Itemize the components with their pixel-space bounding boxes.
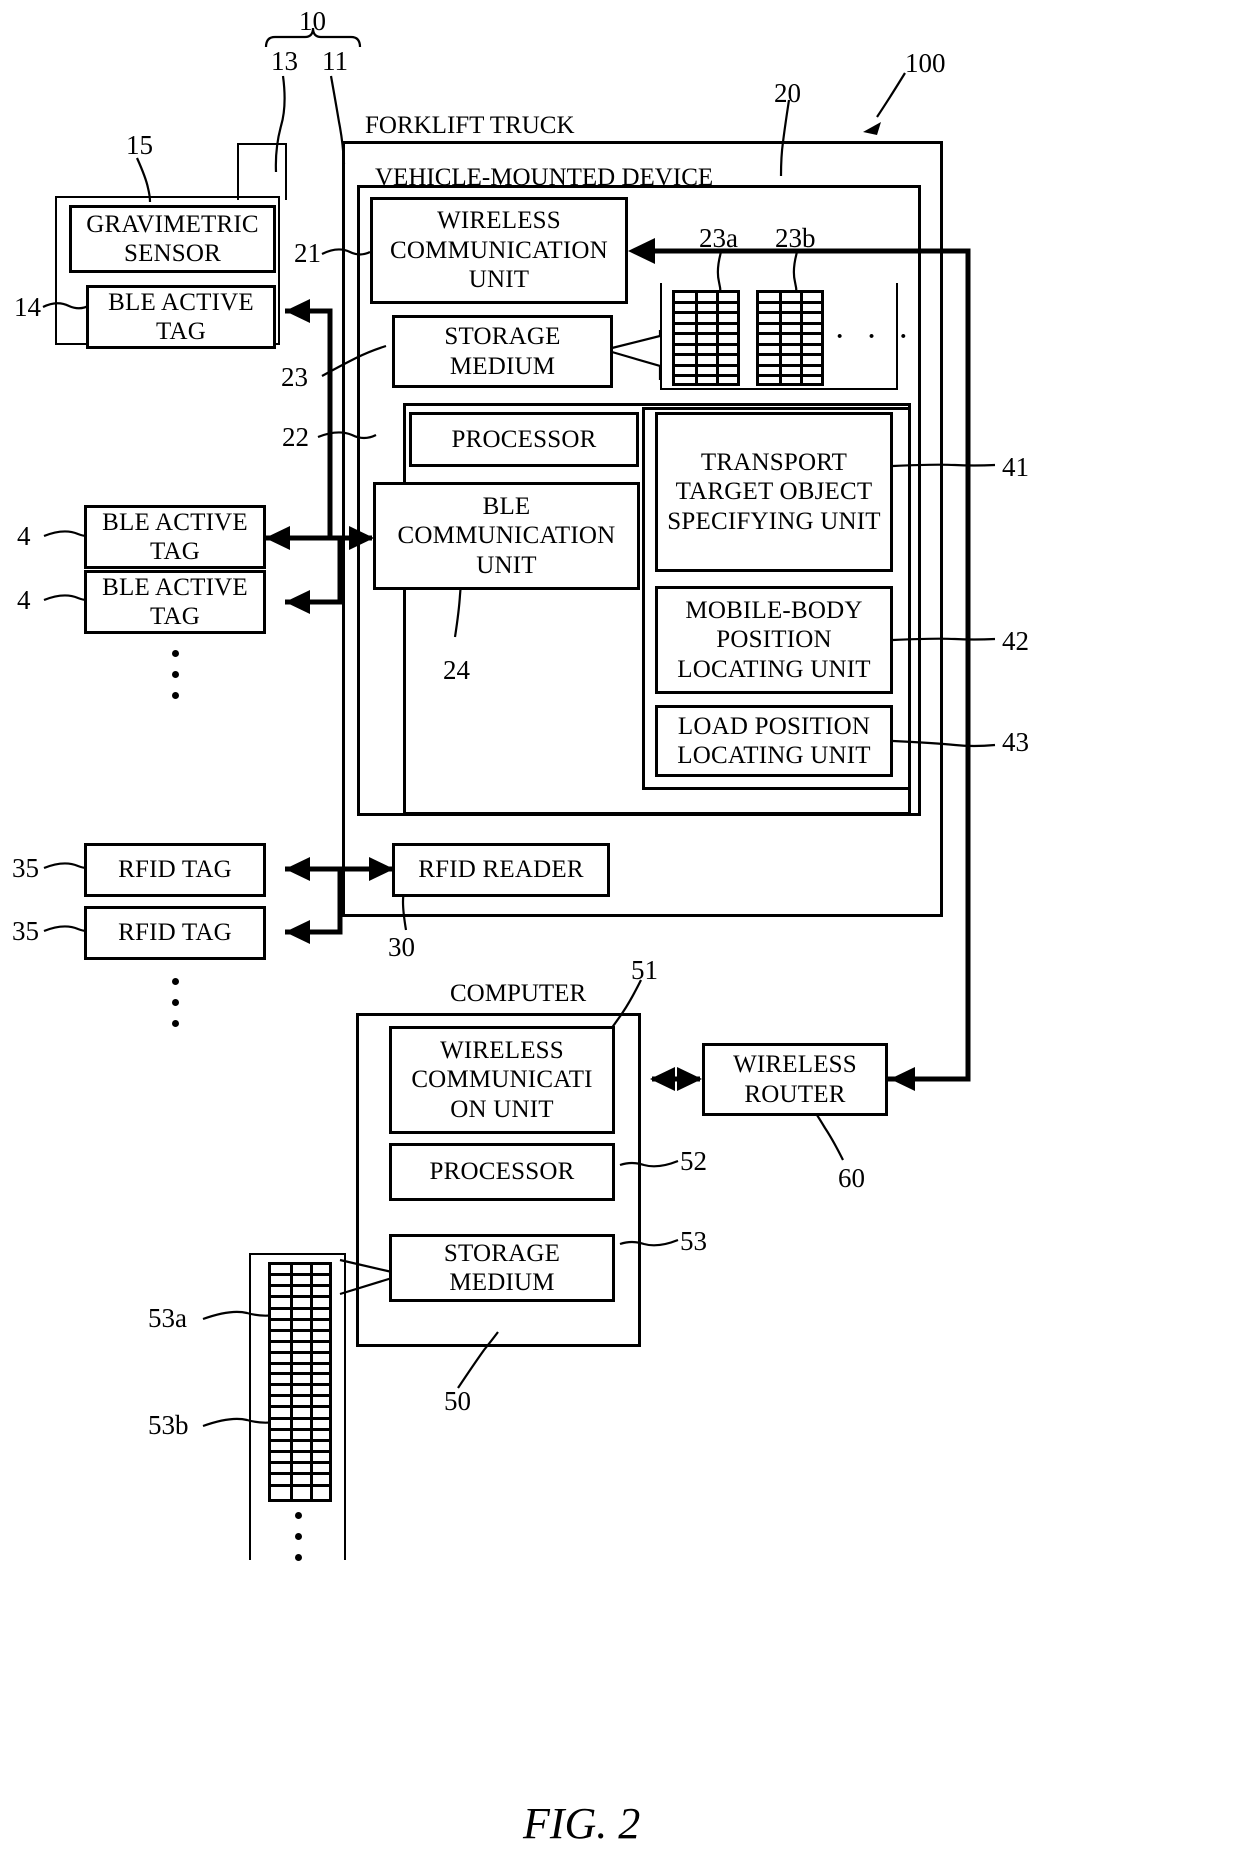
ref-10: 10 bbox=[299, 6, 326, 36]
computer-wireless-communication-unit-label: WIRELESS COMMUNICATI ON UNIT bbox=[411, 1036, 593, 1123]
computer-wireless-communication-unit-box: WIRELESS COMMUNICATI ON UNIT bbox=[389, 1026, 615, 1134]
ref-51: 51 bbox=[631, 955, 658, 985]
figure-caption: FIG. 2 bbox=[523, 1799, 641, 1848]
ref-11: 11 bbox=[322, 46, 348, 76]
vehicle-storage-medium-label: STORAGE MEDIUM bbox=[444, 323, 561, 380]
ref-53: 53 bbox=[680, 1226, 707, 1256]
vehicle-storage-medium-box: STORAGE MEDIUM bbox=[392, 315, 613, 388]
ref-43: 43 bbox=[1002, 727, 1029, 757]
ble-communication-unit-box: BLE COMMUNICATION UNIT bbox=[373, 482, 640, 590]
pallet-fork-notch bbox=[237, 143, 287, 200]
ref-60: 60 bbox=[838, 1163, 865, 1193]
forklift-truck-title: FORKLIFT TRUCK bbox=[365, 112, 575, 139]
rfid-tag-box-1: RFID TAG bbox=[84, 843, 266, 897]
rfid-tag-label-2: RFID TAG bbox=[118, 919, 232, 947]
load-position-locating-unit-label: LOAD POSITION LOCATING UNIT bbox=[677, 712, 871, 770]
ref-41: 41 bbox=[1002, 452, 1029, 482]
rfid-reader-label: RFID READER bbox=[418, 856, 584, 884]
ref-4-b: 4 bbox=[17, 585, 31, 615]
table-icon-23b bbox=[756, 290, 824, 386]
ref-100: 100 bbox=[905, 48, 946, 78]
computer-title: COMPUTER bbox=[450, 980, 587, 1007]
rfid-tag-box-2: RFID TAG bbox=[84, 906, 266, 960]
ref-14: 14 bbox=[14, 292, 41, 322]
rfid-reader-box: RFID READER bbox=[392, 843, 610, 897]
mobile-body-position-locating-unit-box: MOBILE-BODY POSITION LOCATING UNIT bbox=[655, 586, 893, 694]
computer-processor-box: PROCESSOR bbox=[389, 1143, 615, 1201]
ref-15: 15 bbox=[126, 130, 153, 160]
transport-target-object-specifying-unit-label: TRANSPORT TARGET OBJECT SPECIFYING UNIT bbox=[667, 448, 881, 535]
ble-active-tag-box-2: BLE ACTIVE TAG bbox=[84, 570, 266, 634]
ref-50: 50 bbox=[444, 1386, 471, 1416]
ref-30: 30 bbox=[388, 932, 415, 962]
computer-processor-label: PROCESSOR bbox=[429, 1158, 575, 1186]
ref-21: 21 bbox=[294, 238, 321, 268]
ble-active-tag-label-2: BLE ACTIVE TAG bbox=[102, 573, 248, 631]
ref-23: 23 bbox=[281, 362, 308, 392]
gravimetric-sensor-label: GRAVIMETRIC SENSOR bbox=[86, 210, 259, 268]
ble-communication-unit-label: BLE COMMUNICATION UNIT bbox=[397, 492, 616, 579]
ref-53a: 53a bbox=[148, 1303, 187, 1333]
ref-4-a: 4 bbox=[17, 521, 31, 551]
ref-53b: 53b bbox=[148, 1410, 189, 1440]
patent-figure: 10 13 11 100 15 14 20 21 23a 23b 23 22 2… bbox=[0, 0, 1240, 1865]
ble-tags-ellipsis bbox=[172, 650, 180, 713]
computer-storage-medium-label: STORAGE MEDIUM bbox=[443, 1239, 561, 1297]
vehicle-processor-label: PROCESSOR bbox=[451, 425, 597, 453]
ref-13: 13 bbox=[271, 46, 298, 76]
ref-35-a: 35 bbox=[12, 853, 39, 883]
load-position-locating-unit-box: LOAD POSITION LOCATING UNIT bbox=[655, 705, 893, 777]
rfid-tag-label-1: RFID TAG bbox=[118, 856, 232, 884]
computer-storage-medium-box: STORAGE MEDIUM bbox=[389, 1234, 615, 1302]
vehicle-wireless-communication-unit-label: WIRELESS COMMUNICATION UNIT bbox=[390, 207, 608, 294]
pallet-ble-active-tag-label: BLE ACTIVE TAG bbox=[108, 288, 254, 346]
ref-42: 42 bbox=[1002, 626, 1029, 656]
pallet-ble-active-tag-box: BLE ACTIVE TAG bbox=[86, 285, 276, 349]
table-icon-23a bbox=[672, 290, 740, 386]
table-icon-53b bbox=[268, 1372, 332, 1502]
vehicle-wireless-communication-unit-box: WIRELESS COMMUNICATION UNIT bbox=[370, 197, 628, 304]
ble-active-tag-label-1: BLE ACTIVE TAG bbox=[102, 508, 248, 566]
vehicle-processor-box: PROCESSOR bbox=[409, 412, 639, 467]
rfid-tags-ellipsis bbox=[172, 978, 180, 1041]
ref-52: 52 bbox=[680, 1146, 707, 1176]
gravimetric-sensor-box: GRAVIMETRIC SENSOR bbox=[69, 205, 276, 273]
wireless-router-label: WIRELESS ROUTER bbox=[733, 1051, 857, 1108]
vehicle-tables-ellipsis: · · · bbox=[834, 318, 915, 355]
transport-target-object-specifying-unit-box: TRANSPORT TARGET OBJECT SPECIFYING UNIT bbox=[655, 412, 893, 572]
ref-22: 22 bbox=[282, 422, 309, 452]
ble-active-tag-box-1: BLE ACTIVE TAG bbox=[84, 505, 266, 569]
wireless-router-box: WIRELESS ROUTER bbox=[702, 1043, 888, 1116]
ref-20: 20 bbox=[774, 78, 801, 108]
mobile-body-position-locating-unit-label: MOBILE-BODY POSITION LOCATING UNIT bbox=[677, 596, 871, 683]
ref-35-b: 35 bbox=[12, 916, 39, 946]
computer-tables-ellipsis bbox=[295, 1512, 303, 1575]
